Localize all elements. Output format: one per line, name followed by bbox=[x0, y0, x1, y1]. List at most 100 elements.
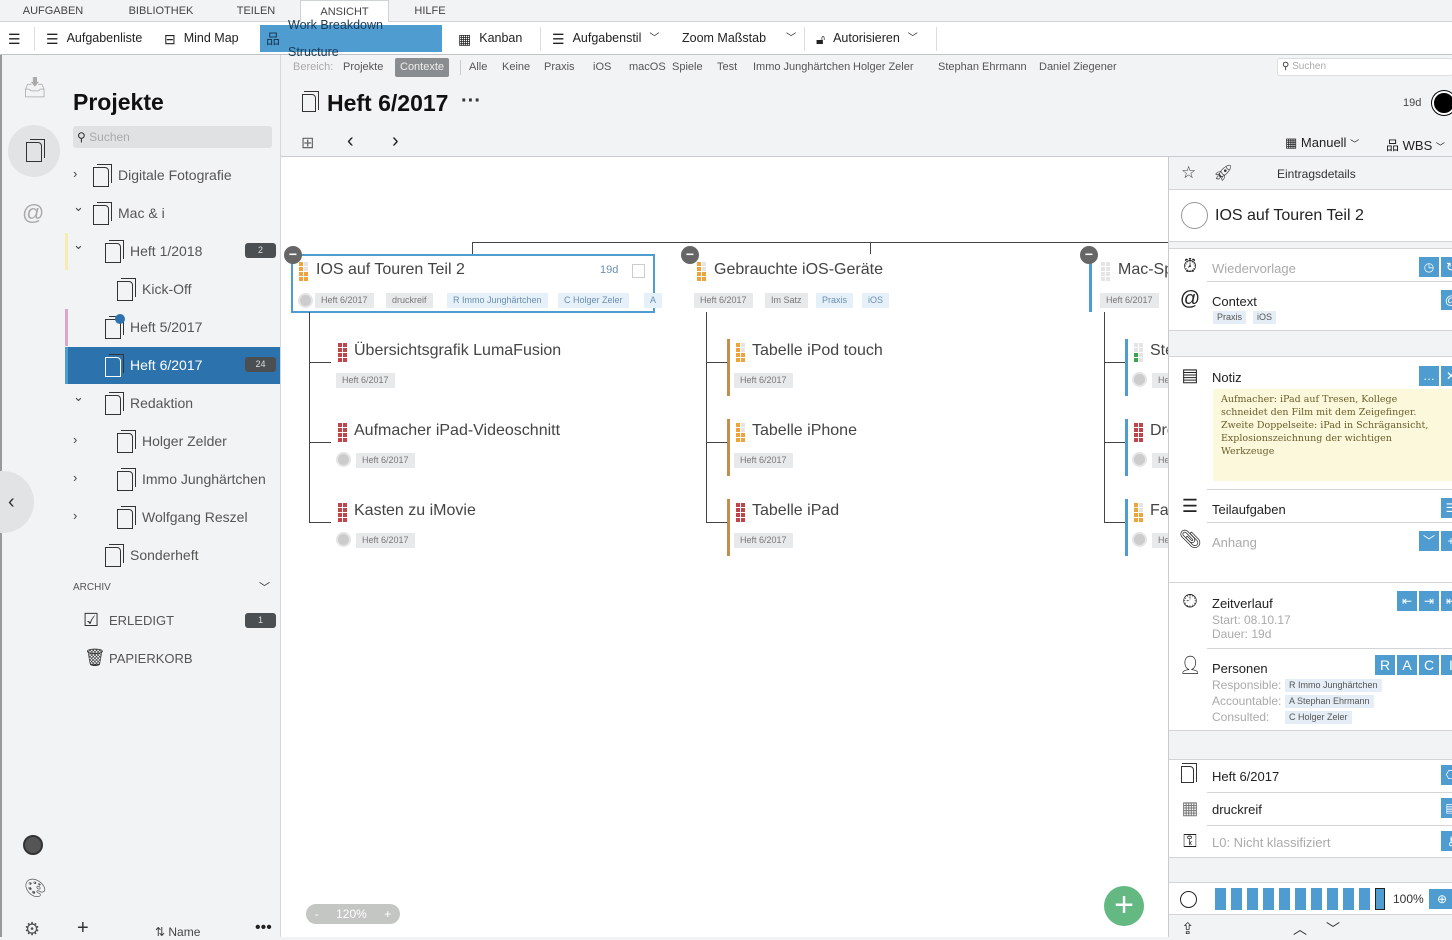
raci-c-button[interactable]: C bbox=[1419, 655, 1439, 675]
tag[interactable]: He bbox=[1152, 373, 1168, 388]
tag[interactable]: He bbox=[1152, 453, 1168, 468]
tree-item[interactable]: Kick-Off bbox=[65, 271, 280, 308]
share-icon[interactable]: ⇪ bbox=[1181, 919, 1194, 937]
classification-button[interactable]: ⚷ bbox=[1441, 831, 1452, 851]
context-filter[interactable]: Spiele bbox=[667, 58, 708, 77]
tree-item[interactable]: ⌄ Redaktion bbox=[65, 385, 280, 422]
consulted-person[interactable]: C Holger Zeler bbox=[1285, 711, 1352, 724]
mindmap-button[interactable]: ⊟ Mind Map bbox=[158, 25, 245, 52]
tree-item[interactable]: ⌄ Mac & i bbox=[65, 195, 280, 232]
view-dropdown[interactable]: 品 WBS ﹀ bbox=[1386, 135, 1445, 154]
node-title[interactable]: Übersichtsgrafik LumaFusion bbox=[354, 342, 561, 360]
responsible-person[interactable]: R Immo Junghärtchen bbox=[1285, 679, 1382, 692]
status-circle[interactable] bbox=[298, 293, 313, 308]
sort-dropdown[interactable]: ▦ Manuell ﹀ bbox=[1285, 135, 1359, 151]
raci-r-button[interactable]: R bbox=[1375, 655, 1395, 675]
set-range-button[interactable]: ⇤ bbox=[1441, 591, 1452, 611]
chevron-right-icon[interactable]: › bbox=[73, 508, 77, 523]
progress-handle[interactable] bbox=[1375, 888, 1385, 910]
status-circle[interactable] bbox=[1132, 532, 1147, 547]
note-text[interactable]: Aufmacher: iPad auf Tresen, Kollege schn… bbox=[1213, 389, 1452, 481]
wbs-button[interactable]: 品 Work Breakdown Structure bbox=[260, 18, 442, 59]
tree-item[interactable]: › Immo Junghärtchen bbox=[65, 461, 280, 498]
sidebar-search-input[interactable]: ⚲ Suchen bbox=[73, 126, 272, 148]
context-button[interactable]: @ bbox=[1441, 290, 1452, 310]
reminder-repeat-button[interactable]: ↻ bbox=[1441, 257, 1452, 277]
raci-i-button[interactable]: I bbox=[1441, 655, 1452, 675]
chevron-down-icon[interactable]: ⌄ bbox=[73, 237, 84, 253]
tag[interactable]: Im Satz bbox=[765, 293, 808, 308]
tag[interactable]: He bbox=[1152, 533, 1168, 548]
scope-projekte[interactable]: Projekte bbox=[338, 58, 388, 77]
context-filter[interactable]: iOS bbox=[588, 58, 616, 77]
note-more-button[interactable]: … bbox=[1419, 366, 1439, 386]
tag[interactable]: Praxis bbox=[816, 293, 854, 308]
context-filter[interactable]: Immo Junghärtchen bbox=[748, 58, 855, 77]
tag[interactable]: Heft 6/2017 bbox=[315, 293, 374, 308]
set-start-button[interactable]: ⇤ bbox=[1397, 591, 1417, 611]
status-circle[interactable] bbox=[1132, 452, 1147, 467]
node-title[interactable]: Gebrauchte iOS-Geräte bbox=[714, 261, 883, 279]
tag[interactable]: C Holger Zeler bbox=[558, 293, 629, 308]
tag[interactable]: Heft 6/2017 bbox=[356, 453, 415, 468]
node-title[interactable]: Aufmacher iPad-Videoschnitt bbox=[354, 422, 560, 440]
next-item-button[interactable]: ﹀ bbox=[1326, 919, 1340, 937]
classification-label[interactable]: L0: Nicht klassifiziert bbox=[1212, 835, 1330, 850]
node-title[interactable]: IOS auf Touren Teil 2 bbox=[316, 261, 465, 279]
wiedervorlage-label[interactable]: Wiedervorlage bbox=[1212, 261, 1296, 276]
task-title[interactable]: IOS auf Touren Teil 2 bbox=[1215, 207, 1364, 225]
hamburger-button[interactable]: ☰ bbox=[2, 25, 27, 52]
rocket-icon[interactable]: 🚀︎ bbox=[1213, 163, 1233, 183]
tag[interactable]: A bbox=[644, 293, 663, 308]
chevron-down-icon[interactable]: ⌄ bbox=[73, 389, 84, 405]
star-icon[interactable]: ☆ bbox=[1181, 163, 1196, 183]
aufgabenliste-button[interactable]: ☰ Aufgabenliste bbox=[40, 25, 148, 52]
reminder-clock-button[interactable]: ◷ bbox=[1419, 257, 1439, 277]
node-title[interactable]: Kasten zu iMovie bbox=[354, 502, 476, 520]
status-circle[interactable] bbox=[336, 532, 351, 547]
status-circle[interactable] bbox=[1132, 372, 1147, 387]
tag[interactable]: iOS bbox=[862, 293, 890, 308]
kanban-button[interactable]: ▦ Kanban bbox=[452, 25, 528, 52]
menu-tab-teilen[interactable]: TEILEN bbox=[228, 0, 284, 23]
note-close-button[interactable]: ✕ bbox=[1441, 366, 1452, 386]
set-end-button[interactable]: ⇥ bbox=[1419, 591, 1439, 611]
context-filter[interactable]: Stephan Ehrmann bbox=[933, 58, 1032, 77]
menu-tab-aufgaben[interactable]: AUFGABEN bbox=[14, 0, 92, 23]
collapse-sidebar-button[interactable]: ‹ bbox=[0, 471, 34, 533]
tag[interactable]: Heft 6/2017 bbox=[1100, 293, 1159, 308]
context-tag[interactable]: Praxis bbox=[1213, 311, 1247, 324]
attachment-add-button[interactable]: + bbox=[1441, 531, 1452, 551]
chevron-right-icon[interactable]: › bbox=[73, 432, 77, 447]
scope-contexte[interactable]: Contexte bbox=[395, 58, 450, 77]
project-button[interactable]: ⎔ bbox=[1441, 765, 1452, 785]
complete-checkbox[interactable] bbox=[1181, 202, 1208, 229]
tree-item[interactable]: ⌄ Heft 1/2018 2 bbox=[65, 233, 280, 270]
progress-bar[interactable] bbox=[1215, 888, 1385, 910]
tag[interactable]: Heft 6/2017 bbox=[336, 373, 395, 388]
title-more-button[interactable]: ··· bbox=[461, 90, 481, 113]
status-label[interactable]: druckreif bbox=[1212, 802, 1262, 817]
zoom-out-button[interactable]: - bbox=[315, 904, 319, 924]
tag[interactable]: druckreif bbox=[386, 293, 433, 308]
zoom-in-button[interactable]: + bbox=[384, 904, 391, 924]
tag[interactable]: Heft 6/2017 bbox=[356, 533, 415, 548]
context-filter[interactable]: Holger Zeler bbox=[848, 58, 919, 77]
status-circle[interactable] bbox=[336, 452, 351, 467]
collapse-button[interactable]: − bbox=[1080, 246, 1098, 264]
add-task-button[interactable]: + bbox=[1104, 886, 1144, 926]
projects-nav-button[interactable] bbox=[8, 125, 60, 177]
grid-view-icon[interactable]: ⊞ bbox=[301, 133, 314, 153]
back-button[interactable]: ‹ bbox=[347, 130, 354, 153]
autorisieren-dropdown[interactable]: 🔓︎ Autorisieren ﹀ bbox=[810, 25, 924, 52]
at-icon[interactable]: @ bbox=[22, 200, 44, 226]
wbs-canvas[interactable]: − IOS auf Touren Teil 2 19d Heft 6/2017 druc… bbox=[281, 157, 1168, 937]
tree-item[interactable]: Heft 5/2017 bbox=[65, 309, 280, 346]
chevron-down-icon[interactable]: ⌄ bbox=[73, 199, 84, 215]
node-title[interactable]: Fal bbox=[1150, 502, 1168, 520]
tag[interactable]: Heft 6/2017 bbox=[734, 453, 793, 468]
chevron-right-icon[interactable]: › bbox=[73, 166, 77, 181]
context-filter[interactable]: Keine bbox=[497, 58, 535, 77]
attachment-expand-button[interactable]: ﹀ bbox=[1419, 531, 1439, 551]
forward-button[interactable]: › bbox=[392, 130, 399, 153]
